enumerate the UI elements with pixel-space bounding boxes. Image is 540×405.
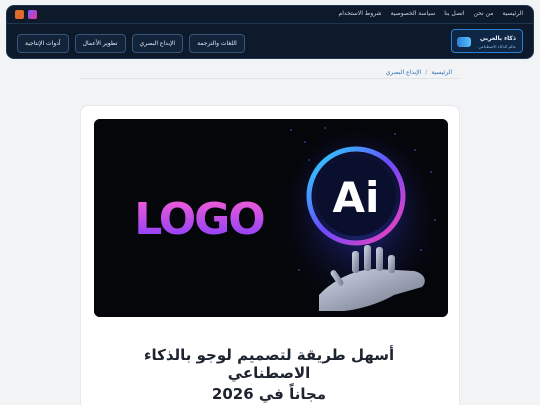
- top-link-terms[interactable]: شروط الاستخدام: [339, 10, 382, 17]
- brand-tagline: عالم الذكاء الاصطناعي: [478, 44, 516, 49]
- top-links: الرئيسية من نحن اتصل بنا سياسة الخصوصية …: [339, 10, 523, 17]
- article-title-line2: مجاناً في 2026: [211, 385, 327, 403]
- breadcrumb-current[interactable]: الإبداع البصري: [386, 69, 422, 76]
- nav-item-visual-creativity[interactable]: الإبداع البصري: [131, 34, 184, 53]
- logo-mark-icon: [457, 37, 471, 47]
- article-card: Ai LOGO أسهل طريقة لتصميم لوجو بالذكاء ا…: [80, 105, 460, 405]
- breadcrumb-separator: /: [425, 69, 428, 76]
- nav-item-languages[interactable]: اللغات والترجمة: [189, 34, 245, 53]
- breadcrumb-home[interactable]: الرئيسية: [431, 69, 452, 76]
- breadcrumb: الرئيسية / الإبداع البصري: [386, 69, 452, 76]
- nav-buttons: اللغات والترجمة الإبداع البصري تطوير الأ…: [17, 34, 245, 53]
- hero-ai-text: Ai: [333, 173, 380, 222]
- article-title: أسهل طريقة لتصميم لوجو بالذكاء الاصطناعي: [143, 346, 395, 382]
- social-links: [15, 10, 37, 19]
- brand-name: ذكاء بالعربي: [479, 35, 516, 42]
- instagram-icon[interactable]: [28, 10, 37, 19]
- top-bar: الرئيسية من نحن اتصل بنا سياسة الخصوصية …: [7, 6, 533, 24]
- top-link-about[interactable]: من نحن: [474, 10, 494, 17]
- hero-illustration: Ai LOGO: [94, 119, 448, 317]
- site-logo[interactable]: ذكاء بالعربي عالم الذكاء الاصطناعي: [451, 29, 523, 53]
- top-link-home[interactable]: الرئيسية: [502, 10, 523, 17]
- top-link-privacy[interactable]: سياسة الخصوصية: [391, 10, 436, 17]
- hero-logo-text: LOGO: [134, 194, 264, 245]
- nav-item-productivity[interactable]: أدوات الإنتاجية: [17, 34, 69, 53]
- site-header: الرئيسية من نحن اتصل بنا سياسة الخصوصية …: [6, 5, 534, 59]
- facebook-icon[interactable]: [15, 10, 24, 19]
- top-link-contact[interactable]: اتصل بنا: [444, 10, 464, 17]
- nav-item-business[interactable]: تطوير الأعمال: [74, 34, 126, 53]
- main-nav: ذكاء بالعربي عالم الذكاء الاصطناعي اللغا…: [7, 25, 533, 60]
- hero-image: Ai LOGO: [94, 119, 448, 317]
- breadcrumb-divider: [80, 78, 460, 79]
